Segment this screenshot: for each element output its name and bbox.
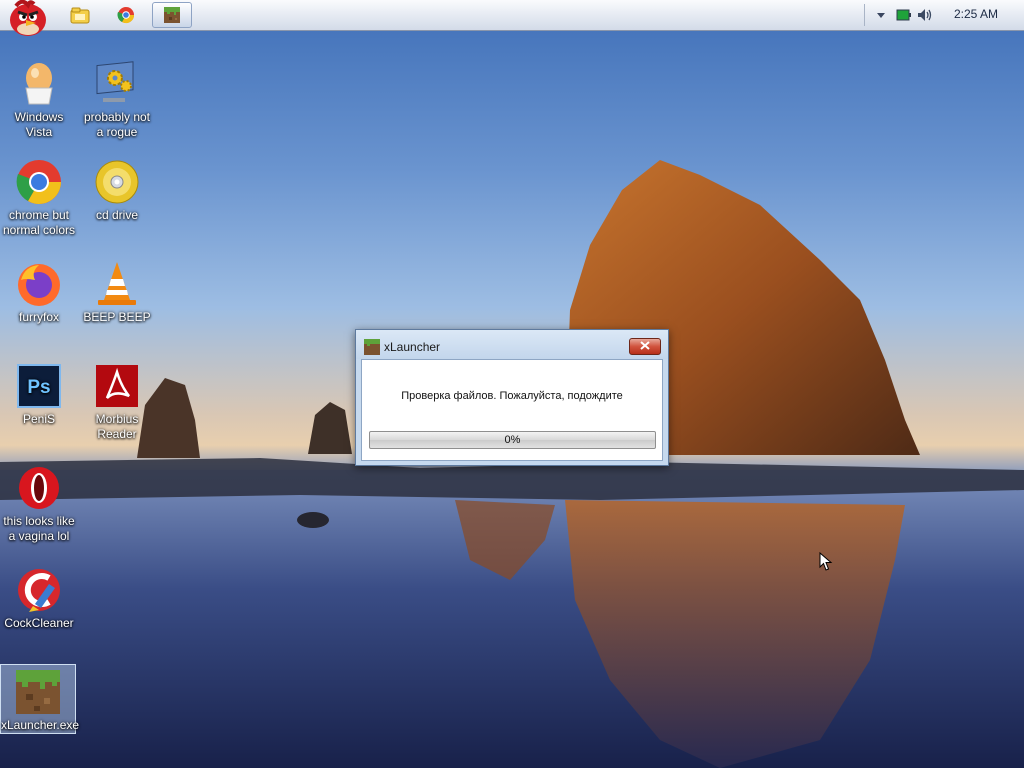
desktop-icon-label: chrome but normal colors [2,208,76,237]
close-button[interactable] [629,338,661,355]
opera-icon [15,464,63,512]
desktop-icon-label: cd drive [95,208,139,222]
chrome-icon[interactable] [106,2,146,28]
desktop-icon-windows-vista[interactable]: Windows Vista [1,60,77,140]
pdf-reader-icon [93,362,141,410]
desktop-icon-cd-drive[interactable]: cd drive [79,158,155,223]
tray-divider [864,4,865,26]
desktop-icon-label: PeniS [22,412,56,426]
monitor-gears-icon [93,60,141,108]
desktop-icon-label: this looks like a vagina lol [3,514,75,543]
minecraft-block-icon [364,339,380,355]
desktop-icon-label: Windows Vista [14,110,64,139]
photoshop-icon: Ps [15,362,63,410]
desktop-icon-label: BEEP BEEP [83,310,151,324]
chrome-icon [15,158,63,206]
dialog-titlebar[interactable]: xLauncher [356,330,668,359]
dialog-body: Проверка файлов. Пожалуйста, подождите 0… [361,359,663,461]
ccleaner-icon [15,566,63,614]
egg-icon [15,60,63,108]
progress-text: 0% [504,434,521,446]
system-tray: 2:25 AM [864,0,1024,30]
traffic-cone-icon [93,260,141,308]
firefox-icon [15,260,63,308]
desktop-icon-label: xLauncher.exe [1,718,80,732]
desktop-icon-label: furryfox [18,310,59,324]
minecraft-block-icon [14,668,62,716]
volume-icon[interactable] [916,7,934,26]
desktop-icon-morbius-reader[interactable]: Morbius Reader [79,362,155,442]
mouse-cursor-icon [819,551,833,575]
desktop-icon-opera[interactable]: this looks like a vagina lol [1,464,77,544]
desktop-icon-cockcleaner[interactable]: CockCleaner [1,566,77,631]
desktop-icon-label: Morbius Reader [95,412,139,441]
desktop-icon-beep-beep[interactable]: BEEP BEEP [79,260,155,325]
desktop-icon-probably-not-a-rogue[interactable]: probably not a rogue [79,60,155,140]
angry-bird-icon[interactable] [6,0,50,38]
desktop-icon-chrome-but-normal-colors[interactable]: chrome but normal colors [1,158,77,238]
clock[interactable]: 2:25 AM [954,7,998,21]
progress-bar: 0% [369,431,656,449]
cd-disc-icon [93,158,141,206]
desktop-icon-xlauncher-exe[interactable]: xLauncher.exe [0,664,80,734]
show-hidden-arrow-icon[interactable] [876,10,886,23]
svg-text:Ps: Ps [27,377,50,398]
minecraft-block-icon[interactable] [152,2,192,28]
desktop-icon-label: probably not a rogue [83,110,151,139]
dialog-title: xLauncher [384,340,441,354]
explorer-folder-icon[interactable] [60,2,100,28]
close-icon [640,340,650,353]
battery-icon[interactable] [896,8,912,25]
xlauncher-dialog: xLauncher Проверка файлов. Пожалуйста, п… [355,329,669,466]
desktop-icon-penis[interactable]: Ps PeniS [1,362,77,427]
desktop-icon-label: CockCleaner [4,616,74,630]
taskbar: 2:25 AM [0,0,1024,36]
status-message: Проверка файлов. Пожалуйста, подождите [401,390,623,402]
desktop-icon-furryfox[interactable]: furryfox [1,260,77,325]
